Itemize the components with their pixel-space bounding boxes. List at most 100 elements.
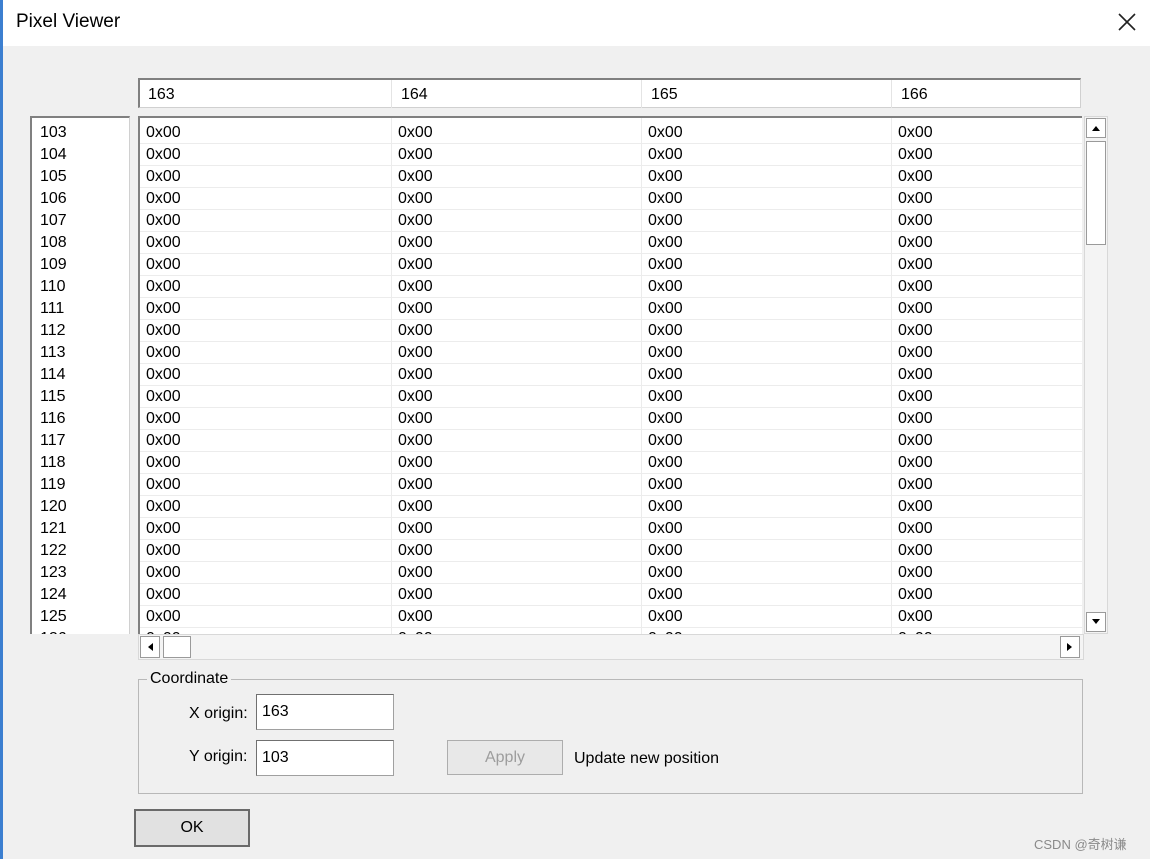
pixel-value-cell[interactable]: 0x00 (146, 364, 181, 386)
table-row[interactable]: 0x00 0x00 0x00 0x00 (140, 122, 1082, 144)
pixel-value-cell[interactable]: 0x00 (648, 276, 683, 298)
pixel-value-cell[interactable]: 0x00 (146, 122, 181, 144)
pixel-value-cell[interactable]: 0x00 (398, 562, 433, 584)
table-row[interactable]: 0x00 0x00 0x00 0x00 (140, 166, 1082, 188)
table-row[interactable]: 0x00 0x00 0x00 0x00 (140, 496, 1082, 518)
pixel-value-cell[interactable]: 0x00 (648, 188, 683, 210)
pixel-value-cell[interactable]: 0x00 (398, 342, 433, 364)
pixel-value-cell[interactable]: 0x00 (398, 584, 433, 606)
pixel-value-cell[interactable]: 0x00 (398, 606, 433, 628)
table-row[interactable]: 0x00 0x00 0x00 0x00 (140, 562, 1082, 584)
pixel-value-cell[interactable]: 0x00 (398, 320, 433, 342)
table-row[interactable]: 0x00 0x00 0x00 0x00 (140, 342, 1082, 364)
pixel-value-cell[interactable]: 0x00 (146, 474, 181, 496)
pixel-value-cell[interactable]: 0x00 (146, 606, 181, 628)
pixel-value-cell[interactable]: 0x00 (398, 430, 433, 452)
table-row[interactable]: 0x00 0x00 0x00 0x00 (140, 584, 1082, 606)
pixel-value-cell[interactable]: 0x00 (398, 122, 433, 144)
pixel-value-cell[interactable]: 0x00 (398, 364, 433, 386)
column-divider[interactable] (391, 80, 392, 108)
close-button[interactable] (1104, 0, 1150, 44)
table-row[interactable]: 0x00 0x00 0x00 0x00 (140, 210, 1082, 232)
pixel-value-cell[interactable]: 0x00 (146, 254, 181, 276)
pixel-value-cell[interactable]: 0x00 (146, 342, 181, 364)
pixel-value-cell[interactable]: 0x00 (648, 474, 683, 496)
pixel-value-cell[interactable]: 0x00 (898, 584, 933, 606)
pixel-value-cell[interactable]: 0x00 (898, 606, 933, 628)
pixel-value-cell[interactable]: 0x00 (146, 166, 181, 188)
scroll-up-button[interactable] (1086, 118, 1106, 138)
pixel-value-cell[interactable]: 0x00 (648, 342, 683, 364)
pixel-value-cell[interactable]: 0x00 (898, 496, 933, 518)
pixel-value-cell[interactable]: 0x00 (146, 144, 181, 166)
pixel-value-cell[interactable]: 0x00 (898, 254, 933, 276)
pixel-value-cell[interactable]: 0x00 (146, 518, 181, 540)
pixel-value-cell[interactable]: 0x00 (648, 606, 683, 628)
table-row[interactable]: 0x00 0x00 0x00 0x00 (140, 298, 1082, 320)
pixel-value-cell[interactable]: 0x00 (648, 166, 683, 188)
table-row[interactable]: 0x00 0x00 0x00 0x00 (140, 364, 1082, 386)
pixel-value-cell[interactable]: 0x00 (146, 408, 181, 430)
pixel-value-cell[interactable]: 0x00 (398, 276, 433, 298)
pixel-value-cell[interactable]: 0x00 (146, 452, 181, 474)
pixel-value-cell[interactable]: 0x00 (898, 144, 933, 166)
pixel-value-cell[interactable]: 0x00 (898, 430, 933, 452)
pixel-value-cell[interactable]: 0x00 (898, 518, 933, 540)
table-row[interactable]: 0x00 0x00 0x00 0x00 (140, 474, 1082, 496)
pixel-value-cell[interactable]: 0x00 (648, 584, 683, 606)
apply-button[interactable]: Apply (447, 740, 563, 775)
table-row[interactable]: 0x00 0x00 0x00 0x00 (140, 606, 1082, 628)
pixel-value-cell[interactable]: 0x00 (398, 496, 433, 518)
table-row[interactable]: 0x00 0x00 0x00 0x00 (140, 518, 1082, 540)
table-row[interactable]: 0x00 0x00 0x00 0x00 (140, 386, 1082, 408)
column-divider[interactable] (891, 80, 892, 108)
pixel-value-cell[interactable]: 0x00 (398, 540, 433, 562)
scroll-left-button[interactable] (140, 636, 160, 658)
pixel-value-cell[interactable]: 0x00 (398, 166, 433, 188)
pixel-value-cell[interactable]: 0x00 (898, 320, 933, 342)
table-row[interactable]: 0x00 0x00 0x00 0x00 (140, 254, 1082, 276)
pixel-value-cell[interactable]: 0x00 (898, 166, 933, 188)
pixel-value-cell[interactable]: 0x00 (398, 452, 433, 474)
table-row[interactable]: 0x00 0x00 0x00 0x00 (140, 232, 1082, 254)
pixel-value-cell[interactable]: 0x00 (898, 386, 933, 408)
pixel-value-cell[interactable]: 0x00 (648, 408, 683, 430)
vertical-scrollbar[interactable] (1084, 116, 1108, 634)
pixel-value-cell[interactable]: 0x00 (898, 562, 933, 584)
pixel-value-cell[interactable]: 0x00 (398, 298, 433, 320)
pixel-value-cell[interactable]: 0x00 (398, 232, 433, 254)
table-row[interactable]: 0x00 0x00 0x00 0x00 (140, 452, 1082, 474)
pixel-value-cell[interactable]: 0x00 (648, 562, 683, 584)
column-divider[interactable] (641, 80, 642, 108)
table-row[interactable]: 0x00 0x00 0x00 0x00 (140, 320, 1082, 342)
pixel-value-cell[interactable]: 0x00 (648, 144, 683, 166)
pixel-value-cell[interactable]: 0x00 (146, 584, 181, 606)
pixel-value-cell[interactable]: 0x00 (898, 188, 933, 210)
horizontal-scrollbar[interactable] (138, 634, 1084, 660)
pixel-value-cell[interactable]: 0x00 (898, 276, 933, 298)
pixel-value-cell[interactable]: 0x00 (146, 540, 181, 562)
ok-button[interactable]: OK (134, 809, 250, 847)
pixel-value-cell[interactable]: 0x00 (648, 232, 683, 254)
pixel-value-cell[interactable]: 0x00 (146, 276, 181, 298)
pixel-value-cell[interactable]: 0x00 (146, 232, 181, 254)
pixel-value-cell[interactable]: 0x00 (146, 210, 181, 232)
scroll-down-button[interactable] (1086, 612, 1106, 632)
pixel-value-cell[interactable]: 0x00 (898, 122, 933, 144)
pixel-value-cell[interactable]: 0x00 (648, 210, 683, 232)
pixel-value-cell[interactable]: 0x00 (146, 430, 181, 452)
y-origin-input[interactable] (256, 740, 394, 776)
pixel-value-cell[interactable]: 0x00 (648, 298, 683, 320)
pixel-value-cell[interactable]: 0x00 (898, 452, 933, 474)
pixel-value-cell[interactable]: 0x00 (398, 188, 433, 210)
pixel-value-cell[interactable]: 0x00 (146, 320, 181, 342)
pixel-value-cell[interactable]: 0x00 (898, 342, 933, 364)
pixel-value-cell[interactable]: 0x00 (146, 188, 181, 210)
pixel-value-cell[interactable]: 0x00 (398, 408, 433, 430)
table-row[interactable]: 0x00 0x00 0x00 0x00 (140, 276, 1082, 298)
pixel-value-cell[interactable]: 0x00 (648, 386, 683, 408)
pixel-value-cell[interactable]: 0x00 (146, 298, 181, 320)
pixel-grid[interactable]: 0x00 0x00 0x00 0x00 0x00 0x00 0x00 0x00 0x00 0x00… (138, 116, 1082, 634)
pixel-value-cell[interactable]: 0x00 (898, 408, 933, 430)
pixel-value-cell[interactable]: 0x00 (398, 210, 433, 232)
